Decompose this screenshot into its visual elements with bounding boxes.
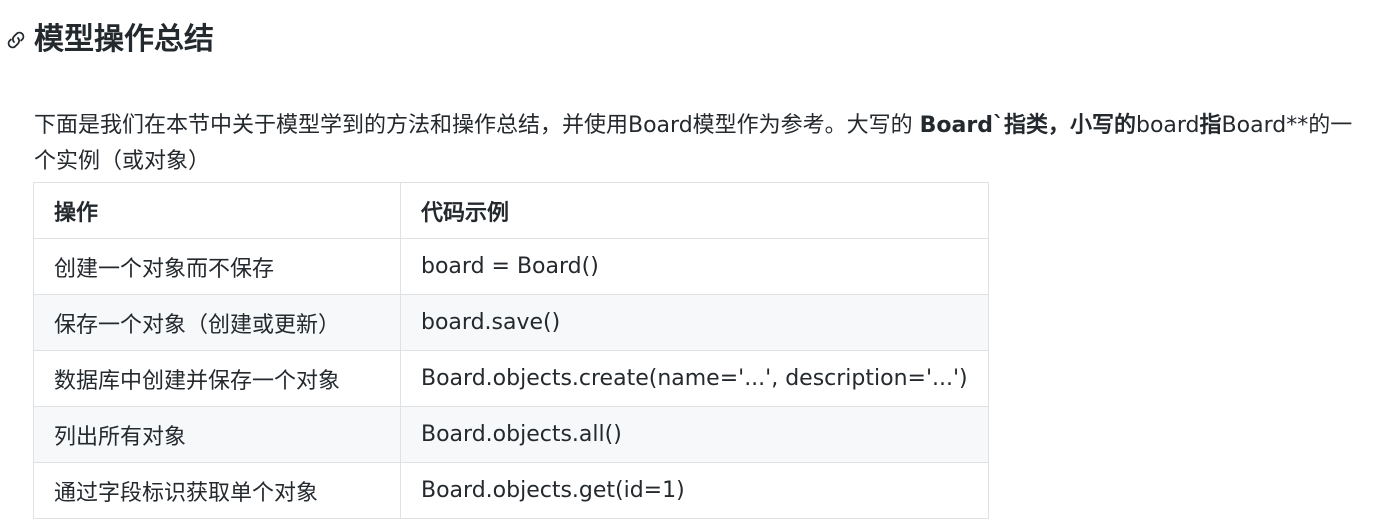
intro-bold-2: 指 [1199,113,1222,138]
table-row: 创建一个对象而不保存 board = Board() [33,238,989,295]
table-row: 数据库中创建并保存一个对象 Board.objects.create(name=… [33,350,989,407]
code-example-cell: board.save() [400,294,989,351]
table-row: 通过字段标识获取单个对象 Board.objects.get(id=1) [33,462,989,519]
operation-cell: 数据库中创建并保存一个对象 [33,350,401,407]
intro-paragraph: 下面是我们在本节中关于模型学到的方法和操作总结，并使用Board模型作为参考。大… [34,108,1374,180]
operation-cell: 创建一个对象而不保存 [33,238,401,295]
code-example-cell: Board.objects.create(name='...', descrip… [400,350,989,407]
intro-bold-1: Board`指类，小写的 [919,113,1136,138]
operations-table: 操作 代码示例 创建一个对象而不保存 board = Board() 保存一个对… [33,182,989,519]
intro-text-1: 下面是我们在本节中关于模型学到的方法和操作总结，并使用Board模型作为参考。大… [34,113,920,138]
link-icon[interactable] [4,26,32,54]
table-row: 保存一个对象（创建或更新） board.save() [33,294,989,351]
table-header-row: 操作 代码示例 [33,182,989,239]
page-title: 模型操作总结 [34,22,214,57]
section-heading: 模型操作总结 [4,18,214,62]
column-header-operation: 操作 [33,182,401,239]
code-example-cell: Board.objects.get(id=1) [400,462,989,519]
operation-cell: 列出所有对象 [33,406,401,463]
column-header-code-example: 代码示例 [400,182,989,239]
intro-text-2: board [1135,113,1200,138]
operation-cell: 通过字段标识获取单个对象 [33,462,401,519]
code-example-cell: Board.objects.all() [400,406,989,463]
code-example-cell: board = Board() [400,238,989,295]
operation-cell: 保存一个对象（创建或更新） [33,294,401,351]
table-row: 列出所有对象 Board.objects.all() [33,406,989,463]
